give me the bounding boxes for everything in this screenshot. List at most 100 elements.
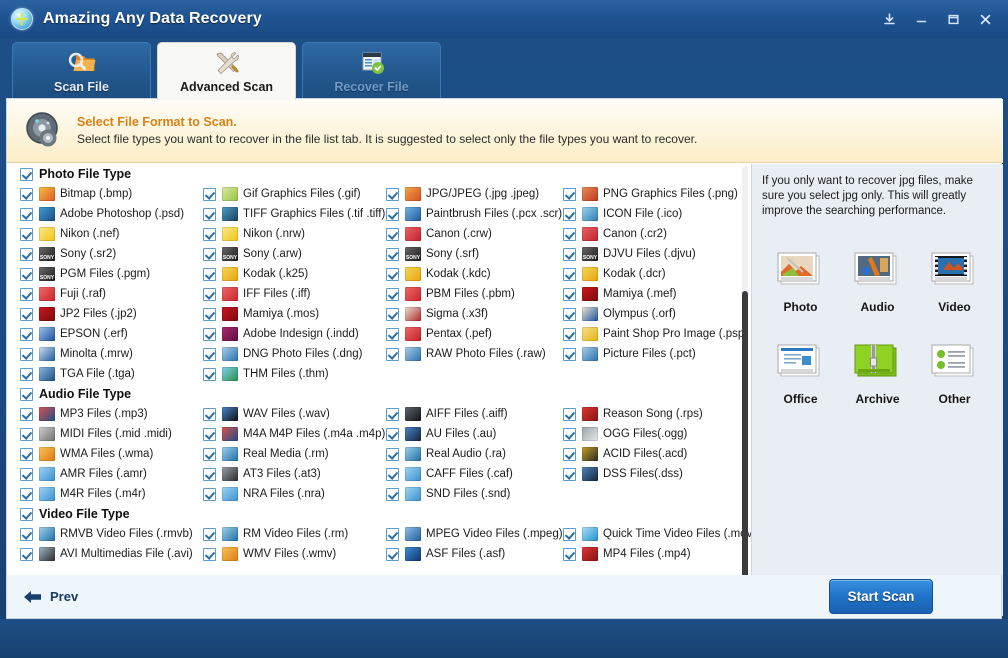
checkbox-epson-file-icon[interactable] <box>20 328 33 341</box>
file-type-item[interactable]: M4R Files (.m4r) <box>20 484 146 504</box>
file-type-item[interactable]: Nikon (.nef) <box>20 224 119 244</box>
file-type-item[interactable]: JPG/JPEG (.jpg .jpeg) <box>386 184 539 204</box>
checkbox-bmp-file-icon[interactable] <box>20 188 33 201</box>
file-type-item[interactable]: EPSON (.erf) <box>20 324 128 344</box>
file-type-item[interactable]: Quick Time Video Files (.mov) <box>563 524 752 544</box>
checkbox-thm-file-icon[interactable] <box>203 368 216 381</box>
file-type-item[interactable]: OGG Files(.ogg) <box>563 424 687 444</box>
file-type-item[interactable]: WAV Files (.wav) <box>203 404 330 424</box>
file-type-item[interactable]: MP4 Files (.mp4) <box>563 544 691 564</box>
file-type-item[interactable]: CAFF Files (.caf) <box>386 464 513 484</box>
file-type-item[interactable]: PNG Graphics Files (.png) <box>563 184 738 204</box>
file-type-item[interactable]: SONYPGM Files (.pgm) <box>20 264 150 284</box>
checkbox-mp4-file-icon[interactable] <box>563 548 576 561</box>
file-type-item[interactable]: AU Files (.au) <box>386 424 496 444</box>
file-type-item[interactable]: ACID Files(.acd) <box>563 444 687 464</box>
checkbox-olympus-file-icon[interactable] <box>563 308 576 321</box>
checkbox-nra-file-icon[interactable] <box>203 488 216 501</box>
file-type-item[interactable]: Kodak (.k25) <box>203 264 308 284</box>
checkbox-png-file-icon[interactable] <box>563 188 576 201</box>
checkbox-mov-file-icon[interactable] <box>563 528 576 541</box>
group-row-audio[interactable]: Audio File Type <box>7 384 742 404</box>
checkbox-caf-file-icon[interactable] <box>386 468 399 481</box>
checkbox-nef-file-icon[interactable] <box>20 228 33 241</box>
checkbox-kodak-file-icon[interactable] <box>386 268 399 281</box>
file-type-item[interactable]: DSS Files(.dss) <box>563 464 683 484</box>
checkbox-wmv-file-icon[interactable] <box>203 548 216 561</box>
checkbox-rm-file-icon[interactable] <box>203 528 216 541</box>
file-type-item[interactable]: AVI Multimedias File (.avi) <box>20 544 193 564</box>
group-checkbox-photo[interactable] <box>20 168 33 181</box>
file-type-item[interactable]: Adobe Indesign (.indd) <box>203 324 359 344</box>
file-type-item[interactable]: Nikon (.nrw) <box>203 224 305 244</box>
file-type-item[interactable]: Minolta (.mrw) <box>20 344 133 364</box>
file-type-item[interactable]: AT3 Files (.at3) <box>203 464 321 484</box>
file-type-item[interactable]: Pentax (.pef) <box>386 324 492 344</box>
file-type-item[interactable]: SONYSony (.sr2) <box>20 244 116 264</box>
file-type-item[interactable]: Gif Graphics Files (.gif) <box>203 184 361 204</box>
file-type-item[interactable]: Adobe Photoshop (.psd) <box>20 204 184 224</box>
group-checkbox-video[interactable] <box>20 508 33 521</box>
file-type-item[interactable]: THM Files (.thm) <box>203 364 329 384</box>
file-type-item[interactable]: RAW Photo Files (.raw) <box>386 344 546 364</box>
file-type-item[interactable]: Picture Files (.pct) <box>563 344 696 364</box>
file-type-item[interactable]: AMR Files (.amr) <box>20 464 147 484</box>
group-checkbox-audio[interactable] <box>20 388 33 401</box>
checkbox-sony-file-icon[interactable] <box>20 248 33 261</box>
file-type-item[interactable]: Fuji (.raf) <box>20 284 106 304</box>
file-type-item[interactable]: Real Audio (.ra) <box>386 444 506 464</box>
prev-button[interactable]: Prev <box>23 589 78 605</box>
checkbox-djvu-file-icon[interactable] <box>563 248 576 261</box>
checkbox-aiff-file-icon[interactable] <box>386 408 399 421</box>
checkbox-jpg-file-icon[interactable] <box>386 188 399 201</box>
checkbox-pct-file-icon[interactable] <box>563 348 576 361</box>
checkbox-psd-file-icon[interactable] <box>20 208 33 221</box>
tab-advanced-scan[interactable]: Advanced Scan <box>157 42 296 100</box>
file-type-item[interactable]: PBM Files (.pbm) <box>386 284 515 304</box>
checkbox-indd-file-icon[interactable] <box>203 328 216 341</box>
checkbox-pentax-file-icon[interactable] <box>386 328 399 341</box>
checkbox-sony-file-icon[interactable] <box>386 248 399 261</box>
file-type-item[interactable]: Sigma (.x3f) <box>386 304 488 324</box>
checkbox-sony-file-icon[interactable] <box>203 248 216 261</box>
checkbox-m4r-file-icon[interactable] <box>20 488 33 501</box>
file-type-item[interactable]: TIFF Graphics Files (.tif .tiff) <box>203 204 385 224</box>
checkbox-pbm-file-icon[interactable] <box>386 288 399 301</box>
checkbox-m4a-file-icon[interactable] <box>203 428 216 441</box>
maximize-button[interactable] <box>938 6 968 32</box>
file-type-item[interactable]: ASF Files (.asf) <box>386 544 505 564</box>
file-type-item[interactable]: RMVB Video Files (.rmvb) <box>20 524 193 544</box>
start-scan-button[interactable]: Start Scan <box>829 579 933 614</box>
checkbox-mamiya-file-icon[interactable] <box>563 288 576 301</box>
file-type-item[interactable]: MIDI Files (.mid .midi) <box>20 424 172 444</box>
checkbox-cr2-file-icon[interactable] <box>563 228 576 241</box>
file-type-item[interactable]: Reason Song (.rps) <box>563 404 703 424</box>
checkbox-dng-file-icon[interactable] <box>203 348 216 361</box>
checkbox-pgm-file-icon[interactable] <box>20 268 33 281</box>
checkbox-mamiya-file-icon[interactable] <box>203 308 216 321</box>
file-type-item[interactable]: Kodak (.dcr) <box>563 264 666 284</box>
file-type-item[interactable]: Paint Shop Pro Image (.psp) <box>563 324 748 344</box>
tab-recover-file[interactable]: Recover File <box>302 42 441 100</box>
checkbox-amr-file-icon[interactable] <box>20 468 33 481</box>
checkbox-mp3-file-icon[interactable] <box>20 408 33 421</box>
file-type-item[interactable]: SONYSony (.arw) <box>203 244 302 264</box>
checkbox-sigma-file-icon[interactable] <box>386 308 399 321</box>
file-type-item[interactable]: Kodak (.kdc) <box>386 264 491 284</box>
category-photo[interactable]: Photo <box>762 246 839 314</box>
checkbox-gif-file-icon[interactable] <box>203 188 216 201</box>
download-button[interactable] <box>874 6 904 32</box>
checkbox-ico-file-icon[interactable] <box>563 208 576 221</box>
file-type-item[interactable]: Real Media (.rm) <box>203 444 329 464</box>
checkbox-rps-file-icon[interactable] <box>563 408 576 421</box>
tab-scan-file[interactable]: Scan File <box>12 42 151 100</box>
checkbox-rmvb-file-icon[interactable] <box>20 528 33 541</box>
file-type-item[interactable]: DNG Photo Files (.dng) <box>203 344 363 364</box>
checkbox-wma-file-icon[interactable] <box>20 448 33 461</box>
list-scrollbar-thumb[interactable] <box>742 291 748 605</box>
file-type-item[interactable]: MP3 Files (.mp3) <box>20 404 148 424</box>
file-type-item[interactable]: Bitmap (.bmp) <box>20 184 132 204</box>
file-type-item[interactable]: AIFF Files (.aiff) <box>386 404 508 424</box>
file-type-item[interactable]: WMV Files (.wmv) <box>203 544 336 564</box>
file-type-item[interactable]: NRA Files (.nra) <box>203 484 325 504</box>
